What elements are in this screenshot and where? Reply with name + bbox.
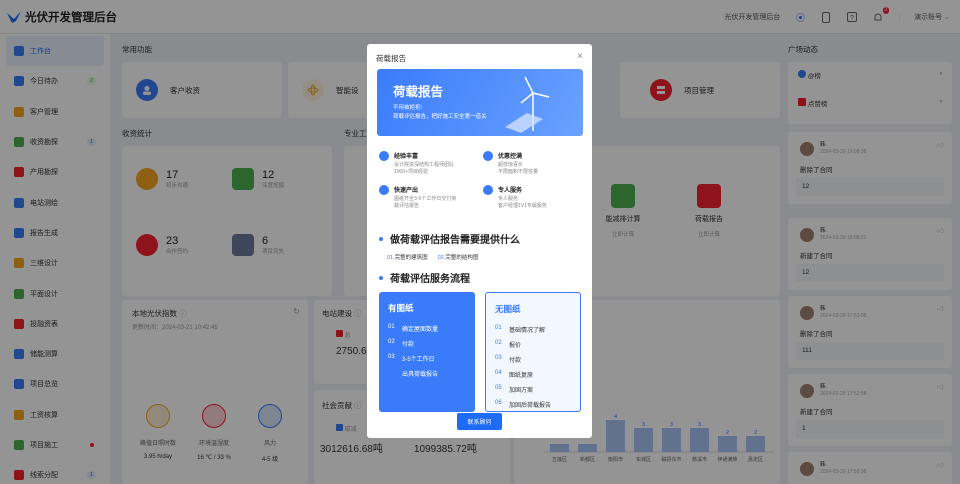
feature-item: 优惠控满 超低惊喜价 不限面积不限容量 [483, 151, 538, 175]
step-text: 报价 [509, 343, 522, 349]
feature-title: 快速产出 [394, 188, 419, 194]
banner-line-2: 荷载评估报告，把好施工安全第一道关 [393, 114, 487, 120]
step-number: 03 [388, 354, 395, 360]
feature-title: 经验丰富 [394, 154, 419, 160]
step-number: 02 [495, 340, 502, 346]
step-text: 加固方案 [509, 388, 534, 394]
feature-text: 快速产出图纸齐全3-5个工作日交付荷 载评估报告 [394, 185, 456, 209]
contact-advisor-button[interactable]: 联系顾问 [457, 413, 502, 430]
requirements-title: 做荷载评估报告需要提供什么 [379, 231, 520, 246]
process-title: 荷载评估服务流程 [379, 270, 470, 285]
feature-icon [483, 185, 493, 195]
feature-item: 经验丰富设计院资深结构工程师团队 1000+项目经验 [379, 151, 454, 175]
banner-title: 荷载报告 [393, 85, 444, 99]
feature-item: 专人服务 专人服务 客户经理1V1专属服务 [483, 185, 547, 209]
process-step: 02 报价 [495, 340, 580, 349]
process-step: 06 加固后荷载报告 [495, 400, 580, 409]
process-step: 05 加固方案 [495, 385, 580, 394]
step-number: 01 [388, 324, 395, 330]
feature-desc: 客户经理1V1专属服务 [498, 202, 547, 209]
close-icon[interactable]: × [577, 52, 583, 62]
requirements-list: 01.完整的建筑图 02.完整的结构图 [387, 253, 478, 261]
feature-title: 优惠控满 [498, 154, 523, 160]
feature-icon [379, 185, 389, 195]
requirement-item: 01.完整的建筑图 [387, 255, 428, 261]
step-number: 06 [495, 400, 502, 406]
step-text: 付款 [402, 342, 415, 348]
bullet-dot [379, 275, 383, 280]
feature-desc: 设计院资深结构工程师团队 [394, 162, 455, 168]
step-number [388, 369, 402, 378]
step-number: 02 [388, 339, 395, 345]
feature-icon [379, 151, 389, 161]
with-drawings-card: 有图纸 01 确定屋面数量 02 付款 03 3-5个工作日 出具荷载报告 [379, 292, 475, 412]
feature-desc: 图纸齐全3-5个工作日交付荷 [394, 196, 457, 202]
modal-title: 荷载报告 [376, 53, 406, 63]
bullet-dot [379, 236, 383, 241]
step-text: 图纸复原 [509, 373, 534, 379]
step-text: 加固后荷载报告 [509, 403, 552, 409]
process-step: 01 基础情况了解 [495, 325, 580, 334]
process-step: 04 图纸复原 [495, 370, 580, 379]
feature-text: 专人服务 专人服务 客户经理1V1专属服务 [498, 185, 547, 209]
requirement-item: 02.完整的结构图 [437, 255, 479, 261]
step-text: 确定屋面数量 [402, 327, 439, 333]
step-text: 3-5个工作日 [402, 357, 435, 363]
feature-text: 优惠控满 超低惊喜价 不限面积不限容量 [498, 151, 538, 175]
step-number: 04 [495, 370, 502, 376]
banner-line-1: 不用被拒拒! [393, 105, 423, 111]
feature-icon [483, 151, 493, 161]
feature-item: 快速产出图纸齐全3-5个工作日交付荷 载评估报告 [379, 185, 456, 209]
step-number: 05 [495, 385, 502, 391]
modal-banner: 荷载报告 不用被拒拒! 荷载评估报告，把好施工安全第一道关 [377, 69, 583, 136]
modal-header: 荷载报告 × [367, 44, 592, 72]
feature-desc: 不限面积不限容量 [498, 168, 539, 175]
process-step: 01 确定屋面数量 [388, 324, 475, 333]
step-text: 出具荷载报告 [402, 372, 439, 378]
without-drawings-title: 无图纸 [495, 304, 521, 314]
feature-text: 经验丰富设计院资深结构工程师团队 1000+项目经验 [394, 151, 454, 175]
process-step: 02 付款 [388, 339, 475, 348]
step-number: 03 [495, 355, 502, 361]
feature-desc: 1000+项目经验 [394, 168, 429, 175]
process-step: 出具荷载报告 [388, 369, 475, 378]
step-number: 01 [495, 325, 502, 331]
with-drawings-title: 有图纸 [388, 303, 414, 313]
feature-desc: 载评估报告 [394, 202, 420, 209]
wind-turbine-icon [505, 76, 550, 133]
process-step: 03 3-5个工作日 [388, 354, 475, 363]
without-drawings-card: 无图纸 01 基础情况了解 02 报价 03 付款 04 图纸复原 05 加固方案 06 加固后荷载报… [485, 292, 581, 412]
step-text: 付款 [509, 358, 522, 364]
process-step: 03 付款 [495, 355, 580, 364]
load-report-modal: 荷载报告 × 荷载报告 不用被拒拒! 荷载评估报告，把好施工安全第一道关 经验丰… [367, 44, 592, 438]
feature-title: 专人服务 [498, 188, 523, 194]
step-text: 基础情况了解 [509, 328, 546, 334]
